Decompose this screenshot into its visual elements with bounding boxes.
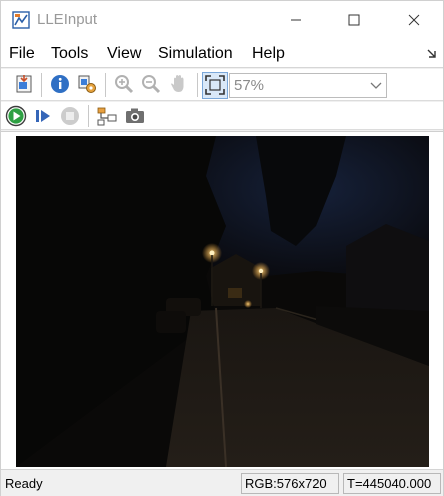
video-viewer-window: LLEInput File Tools View Simulation Help — [0, 0, 444, 496]
status-simulation-time: T=445040.000 — [343, 473, 441, 494]
menu-simulation[interactable]: Simulation — [158, 44, 233, 64]
night-street-scene — [16, 136, 429, 467]
fit-to-window-button[interactable] — [202, 72, 228, 99]
close-button[interactable] — [385, 1, 443, 39]
chevron-down-icon — [370, 82, 382, 89]
menu-file[interactable]: File — [9, 44, 35, 64]
zoom-in-icon[interactable] — [113, 73, 135, 95]
pan-icon[interactable] — [168, 73, 190, 95]
menu-help[interactable]: Help — [252, 44, 285, 64]
close-icon — [408, 14, 420, 26]
zoom-out-icon[interactable] — [140, 73, 162, 95]
toolbar-separator — [88, 105, 89, 127]
playback-toolbar — [1, 102, 443, 130]
zoom-dropdown[interactable]: 57% — [229, 73, 387, 98]
video-frame — [16, 136, 429, 467]
maximize-button[interactable] — [325, 1, 383, 39]
step-forward-icon[interactable] — [32, 105, 54, 127]
menu-tools[interactable]: Tools — [51, 44, 88, 64]
maximize-icon — [348, 14, 360, 26]
highlight-model-icon[interactable] — [96, 105, 118, 127]
matlab-app-icon — [12, 11, 30, 29]
title-bar: LLEInput — [1, 1, 443, 39]
toolbar-separator — [105, 73, 106, 97]
menu-bar: File Tools View Simulation Help — [1, 39, 443, 68]
status-bar: Ready RGB:576x720 T=445040.000 — [1, 469, 443, 496]
toolbar-separator — [197, 73, 198, 97]
pin-icon[interactable] — [425, 47, 439, 61]
settings-icon[interactable] — [76, 73, 98, 95]
status-text: Ready — [5, 476, 43, 491]
run-icon[interactable] — [5, 105, 27, 127]
import-icon[interactable] — [13, 73, 35, 95]
stop-icon[interactable] — [59, 105, 81, 127]
zoom-level-value: 57% — [234, 77, 265, 94]
fit-to-window-icon — [205, 75, 225, 95]
status-video-format: RGB:576x720 — [241, 473, 339, 494]
menu-view[interactable]: View — [107, 44, 141, 64]
video-display-area — [1, 131, 443, 469]
minimize-button[interactable] — [267, 1, 325, 39]
window-title: LLEInput — [37, 11, 98, 28]
snapshot-icon[interactable] — [124, 105, 146, 127]
minimize-icon — [291, 19, 301, 21]
info-icon[interactable] — [49, 73, 71, 95]
toolbar-separator — [41, 73, 42, 97]
